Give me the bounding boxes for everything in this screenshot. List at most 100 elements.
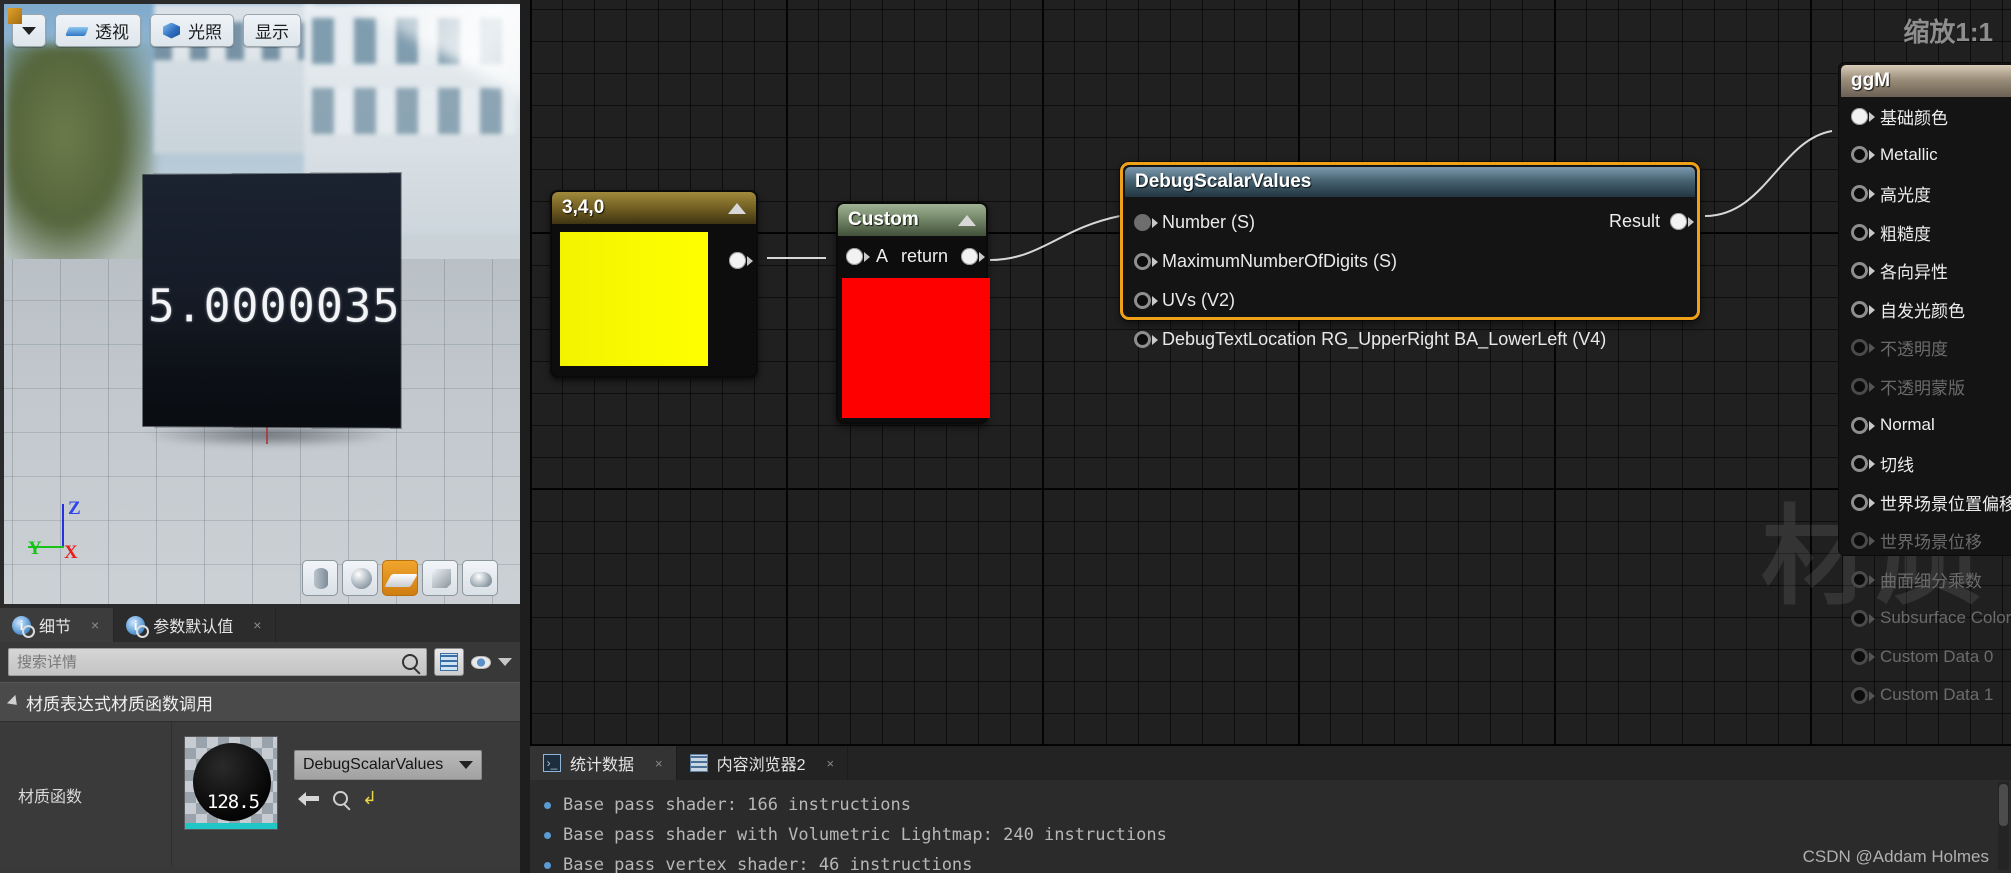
viewport-show-button[interactable]: 显示 [243, 14, 301, 47]
pin-result[interactable] [1670, 213, 1694, 230]
material-output-pin[interactable] [1851, 532, 1875, 550]
panel-splitter[interactable] [520, 0, 530, 873]
material-output-pin-row[interactable]: 高光度 [1839, 174, 2011, 213]
node-custom-title: Custom [848, 209, 919, 230]
constant3-output-pin[interactable] [729, 252, 753, 269]
material-output-pin-row[interactable]: Metallic [1839, 136, 2011, 175]
node-material-output[interactable]: ggM 基础颜色 Metallic 高光度粗糙度各向异性自发光颜色不透明度 不透明蒙版… [1838, 62, 2011, 704]
info-icon: i [12, 615, 35, 638]
close-icon[interactable]: × [253, 617, 261, 633]
node-constant3[interactable]: 3,4,0 [550, 190, 758, 378]
material-output-pin-row[interactable]: 不透明度 [1839, 329, 2011, 368]
material-output-pin-row[interactable]: 粗糙度 [1839, 213, 2011, 252]
tab-content-browser[interactable]: 内容浏览器2 × [677, 746, 849, 780]
material-output-pin-label: 自发光颜色 [1880, 301, 1965, 321]
close-icon[interactable]: × [655, 756, 663, 771]
material-output-pin-row[interactable]: 不透明蒙版 [1839, 367, 2011, 406]
tab-parameter-defaults-label: 参数默认值 [153, 619, 234, 636]
material-output-pin-row[interactable]: Custom Data 1 [1839, 676, 2011, 715]
node-custom-header[interactable]: Custom [838, 204, 986, 236]
details-tabstrip: i 细节 × i 参数默认值 × [0, 608, 520, 642]
node-constant3-header[interactable]: 3,4,0 [552, 192, 756, 224]
material-output-pin[interactable] [1851, 300, 1875, 318]
node-debug-scalar-values-header[interactable]: DebugScalarValues [1125, 167, 1695, 197]
tab-statistics[interactable]: ›_ 统计数据 × [530, 746, 677, 780]
preview-shape-teapot-button[interactable] [462, 560, 498, 596]
use-selected-asset-icon[interactable] [298, 791, 319, 806]
node-debug-scalar-values[interactable]: DebugScalarValues Number (S) MaximumNumb… [1120, 162, 1700, 349]
custom-input-pin-a[interactable] [846, 248, 870, 265]
scrollbar-thumb[interactable] [1999, 784, 2008, 826]
material-output-pin-row[interactable]: 曲面细分乘数 [1839, 560, 2011, 599]
material-output-pin-row[interactable]: Custom Data 0 [1839, 637, 2011, 676]
material-output-pin-row[interactable]: 世界场景位移 [1839, 522, 2011, 561]
node-pin-row[interactable]: UVs (V2) [1123, 281, 1697, 320]
node-material-output-header[interactable]: ggM [1841, 65, 2011, 97]
close-icon[interactable]: × [91, 617, 99, 633]
material-output-pin[interactable] [1851, 493, 1875, 511]
material-output-pin[interactable] [1851, 570, 1875, 588]
preview-shape-cylinder-button[interactable] [302, 560, 338, 596]
chevron-up-icon[interactable] [728, 202, 746, 214]
reset-to-default-icon[interactable]: ↲ [362, 789, 377, 807]
tab-details[interactable]: i 细节 × [0, 608, 115, 642]
stats-scrollbar[interactable] [1998, 782, 2009, 870]
material-output-pin[interactable] [1851, 339, 1875, 357]
material-output-pin[interactable] [1851, 648, 1875, 666]
node-custom[interactable]: Custom A return [836, 202, 990, 424]
material-output-pin-row[interactable]: Subsurface Color [1839, 599, 2011, 638]
viewport-show-label: 显示 [255, 23, 289, 42]
eye-icon[interactable] [471, 655, 491, 669]
pin-uvs[interactable] [1134, 292, 1158, 309]
custom-input-label-a: A [875, 246, 888, 266]
preview-shape-plane-button[interactable] [382, 560, 418, 596]
chevron-up-icon[interactable] [958, 214, 976, 226]
node-pin-row[interactable]: MaximumNumberOfDigits (S) [1123, 242, 1697, 281]
material-output-pin[interactable] [1851, 223, 1875, 241]
custom-output-pin-return[interactable] [961, 248, 985, 265]
material-output-pin-row[interactable]: 自发光颜色 [1839, 290, 2011, 329]
material-output-pin[interactable] [1851, 416, 1875, 434]
material-output-pin[interactable] [1851, 107, 1875, 125]
pin-label-result: Result [1608, 211, 1660, 231]
pin-maximum-number-of-digits[interactable] [1134, 253, 1158, 270]
viewport-lighting-button[interactable]: 光照 [150, 14, 234, 47]
node-debug-output-row[interactable]: Result [1608, 211, 1694, 232]
viewport-perspective-button[interactable]: 透视 [55, 14, 141, 47]
material-output-pin-label: 粗糙度 [1880, 224, 1931, 244]
browse-to-asset-icon[interactable] [333, 790, 348, 806]
material-output-pin-row[interactable]: Normal [1839, 406, 2011, 445]
teapot-icon [470, 572, 492, 587]
material-output-pin-row[interactable]: 各向异性 [1839, 251, 2011, 290]
material-output-pin[interactable] [1851, 262, 1875, 280]
pin-number[interactable] [1134, 214, 1158, 231]
preview-shape-sphere-button[interactable] [342, 560, 378, 596]
material-output-pin[interactable] [1851, 686, 1875, 704]
material-output-pin-row[interactable]: 基础颜色 [1839, 97, 2011, 136]
tab-parameter-defaults[interactable]: i 参数默认值 × [114, 608, 277, 642]
preview-mesh-plane[interactable]: 5.0000035 [142, 173, 401, 428]
material-output-pin-row[interactable]: 切线 [1839, 444, 2011, 483]
close-icon[interactable]: × [827, 756, 835, 771]
node-pin-row[interactable]: DebugTextLocation RG_UpperRight BA_Lower… [1123, 320, 1697, 359]
node-constant3-title: 3,4,0 [562, 197, 605, 218]
search-input[interactable] [17, 653, 402, 671]
material-output-pin[interactable] [1851, 455, 1875, 473]
search-input-wrapper[interactable] [8, 648, 427, 676]
details-grid-view-button[interactable] [434, 648, 464, 676]
material-output-pin[interactable] [1851, 146, 1875, 164]
material-node-graph[interactable]: 缩放1:1 材质 3,4,0 Custom A return DebugScal… [530, 0, 2011, 746]
material-output-pin[interactable] [1851, 609, 1875, 627]
material-preview-viewport[interactable]: 5.0000035 Z Y X 透视 光照 显示 [4, 4, 520, 604]
thumbnail-type-bar [185, 823, 277, 829]
chevron-down-icon [459, 761, 473, 769]
details-category-header[interactable]: 材质表达式材质函数调用 [0, 682, 520, 722]
material-output-pin-row[interactable]: 世界场景位置偏移 [1839, 483, 2011, 522]
material-output-pin[interactable] [1851, 377, 1875, 395]
material-output-pin[interactable] [1851, 184, 1875, 202]
material-function-thumbnail[interactable]: 128.5 [184, 736, 278, 830]
material-function-dropdown[interactable]: DebugScalarValues [294, 750, 482, 780]
pin-debug-text-location[interactable] [1134, 331, 1158, 348]
chevron-down-icon[interactable] [498, 658, 512, 666]
preview-shape-cube-button[interactable] [422, 560, 458, 596]
